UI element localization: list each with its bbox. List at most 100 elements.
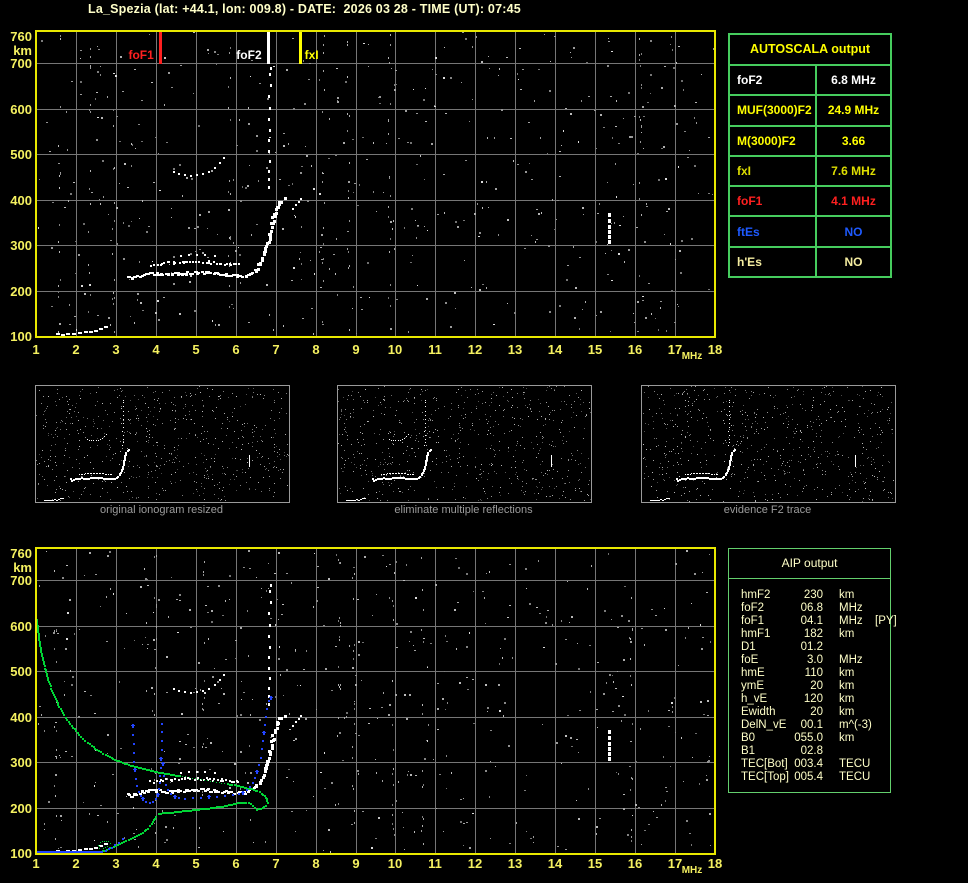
aip-param-value: 230 <box>787 589 823 602</box>
aip-param-unit: km <box>839 693 854 706</box>
x-axis-tick: 3 <box>101 343 131 356</box>
y-axis-tick: 100 <box>0 330 32 343</box>
thumbnail-caption: eliminate multiple reflections <box>336 504 591 516</box>
aip-table-rows: hmF2230kmfoF206.8MHzfoF104.1MHz[PY]hmF11… <box>729 589 890 784</box>
x-axis-tick: 4 <box>141 343 171 356</box>
aip-param-label: hmE <box>741 667 765 680</box>
x-axis-tick: 10 <box>380 343 410 356</box>
thumbnail-original-ionogram <box>35 385 290 503</box>
autoscala-row-hes: h'EsNO <box>730 246 890 276</box>
autoscala-param-label: ftEs <box>730 225 815 239</box>
autoscala-param-label: fxI <box>730 164 815 178</box>
autoscala-param-label: foF1 <box>730 194 815 208</box>
aip-output-table: AIP output hmF2230kmfoF206.8MHzfoF104.1M… <box>728 548 891 793</box>
aip-row-ewidth: Ewidth20km <box>729 706 890 719</box>
aip-param-label: hmF2 <box>741 589 770 602</box>
fof1-marker-label: foF1 <box>128 49 153 61</box>
x-axis-tick: 8 <box>301 343 331 356</box>
aip-row-b0: B0055.0km <box>729 732 890 745</box>
aip-row-foe: foE3.0MHz <box>729 654 890 667</box>
autoscala-param-value: 3.66 <box>817 134 890 148</box>
x-axis-tick: 12 <box>460 343 490 356</box>
x-axis-tick: 6 <box>221 857 251 870</box>
aip-param-label: foF2 <box>741 602 764 615</box>
x-axis-tick: 5 <box>181 857 211 870</box>
x-axis-tick: 7 <box>261 343 291 356</box>
y-axis-tick: 760 <box>0 547 32 560</box>
autoscala-output-table: AUTOSCALA output foF26.8 MHzMUF(3000)F22… <box>728 33 892 278</box>
x-axis-tick: 5 <box>181 343 211 356</box>
x-axis-tick: 11 <box>420 343 450 356</box>
x-axis-tick: 2 <box>61 343 91 356</box>
y-axis-tick: 600 <box>0 103 32 116</box>
aip-param-label: hmF1 <box>741 628 770 641</box>
x-axis-tick: 16 <box>620 857 650 870</box>
autoscala-param-value: 24.9 MHz <box>817 103 890 117</box>
aip-param-label: Ewidth <box>741 706 776 719</box>
autoscala-row-muf3000f2: MUF(3000)F224.9 MHz <box>730 94 890 124</box>
x-axis-unit-label: MHz <box>679 350 705 363</box>
aip-param-label: ymE <box>741 680 764 693</box>
aip-param-value: 003.4 <box>787 758 823 771</box>
aip-row-hmf2: hmF2 230 km <box>729 589 890 602</box>
x-axis-tick: 9 <box>341 343 371 356</box>
aip-param-value: 20 <box>787 680 823 693</box>
aip-param-value: 06.8 <box>787 602 823 615</box>
aip-table-header: AIP output <box>729 549 890 579</box>
aip-param-unit: km <box>839 732 854 745</box>
y-axis-tick: 400 <box>0 711 32 724</box>
aip-param-unit: m^(-3) <box>839 719 872 732</box>
x-axis-tick: 4 <box>141 857 171 870</box>
x-axis-tick: 8 <box>301 857 331 870</box>
aip-param-label: foE <box>741 654 758 667</box>
y-axis-tick: 200 <box>0 285 32 298</box>
autoscala-param-value: 4.1 MHz <box>817 194 890 208</box>
aip-param-value: 110 <box>787 667 823 680</box>
autoscala-param-value: 6.8 MHz <box>817 73 890 87</box>
y-axis-tick: 700 <box>0 574 32 587</box>
aip-row-d1: D101.2 <box>729 641 890 654</box>
autoscala-row-fxi: fxI7.6 MHz <box>730 155 890 185</box>
aip-param-value: 005.4 <box>787 771 823 784</box>
y-axis-tick: 200 <box>0 802 32 815</box>
x-axis-unit-label: MHz <box>679 864 705 877</box>
aip-param-value: 00.1 <box>787 719 823 732</box>
x-axis-tick: 6 <box>221 343 251 356</box>
profile-plot-canvas <box>35 547 716 855</box>
station-title: La_Spezia (lat: +44.1, lon: 009.8) - DAT… <box>88 2 521 16</box>
y-axis-tick: 700 <box>0 57 32 70</box>
aip-row-b1: B1 02.8 <box>729 745 890 758</box>
thumbnail-caption: evidence F2 trace <box>640 504 895 516</box>
aip-param-unit: km <box>839 589 854 602</box>
x-axis-tick: 15 <box>580 857 610 870</box>
autoscala-param-value: NO <box>817 225 890 239</box>
aip-param-unit: MHz <box>839 615 863 628</box>
autoscala-param-label: MUF(3000)F2 <box>730 103 815 117</box>
aip-param-value: 3.0 <box>787 654 823 667</box>
aip-row-hve: h_vE120km <box>729 693 890 706</box>
x-axis-tick: 15 <box>580 343 610 356</box>
x-axis-tick: 13 <box>500 343 530 356</box>
aip-row-fof1: foF104.1MHz[PY] <box>729 615 890 628</box>
aip-row-fof2: foF206.8MHz <box>729 602 890 615</box>
y-axis-tick: 760 <box>0 30 32 43</box>
x-axis-tick: 16 <box>620 343 650 356</box>
aip-param-note: [PY] <box>875 615 897 628</box>
autoscala-param-label: M(3000)F2 <box>730 134 815 148</box>
autoscala-param-label: h'Es <box>730 255 815 269</box>
aip-param-label: h_vE <box>741 693 767 706</box>
x-axis-tick: 11 <box>420 857 450 870</box>
aip-param-unit: km <box>839 680 854 693</box>
aip-param-value: 02.8 <box>787 745 823 758</box>
aip-row-delnve: DelN_vE00.1m^(-3) <box>729 719 890 732</box>
autoscala-param-value: NO <box>817 255 890 269</box>
aip-param-label: B1 <box>741 745 755 758</box>
aip-param-unit: km <box>839 628 854 641</box>
thumbnail-caption: original ionogram resized <box>34 504 289 516</box>
aip-param-label: TEC[Bot] <box>741 758 788 771</box>
aip-param-value: 20 <box>787 706 823 719</box>
aip-row-tecbot: TEC[Bot]003.4TECU <box>729 758 890 771</box>
y-axis-unit-label: km <box>0 561 32 574</box>
aip-param-value: 04.1 <box>787 615 823 628</box>
y-axis-unit-label: km <box>0 44 32 57</box>
